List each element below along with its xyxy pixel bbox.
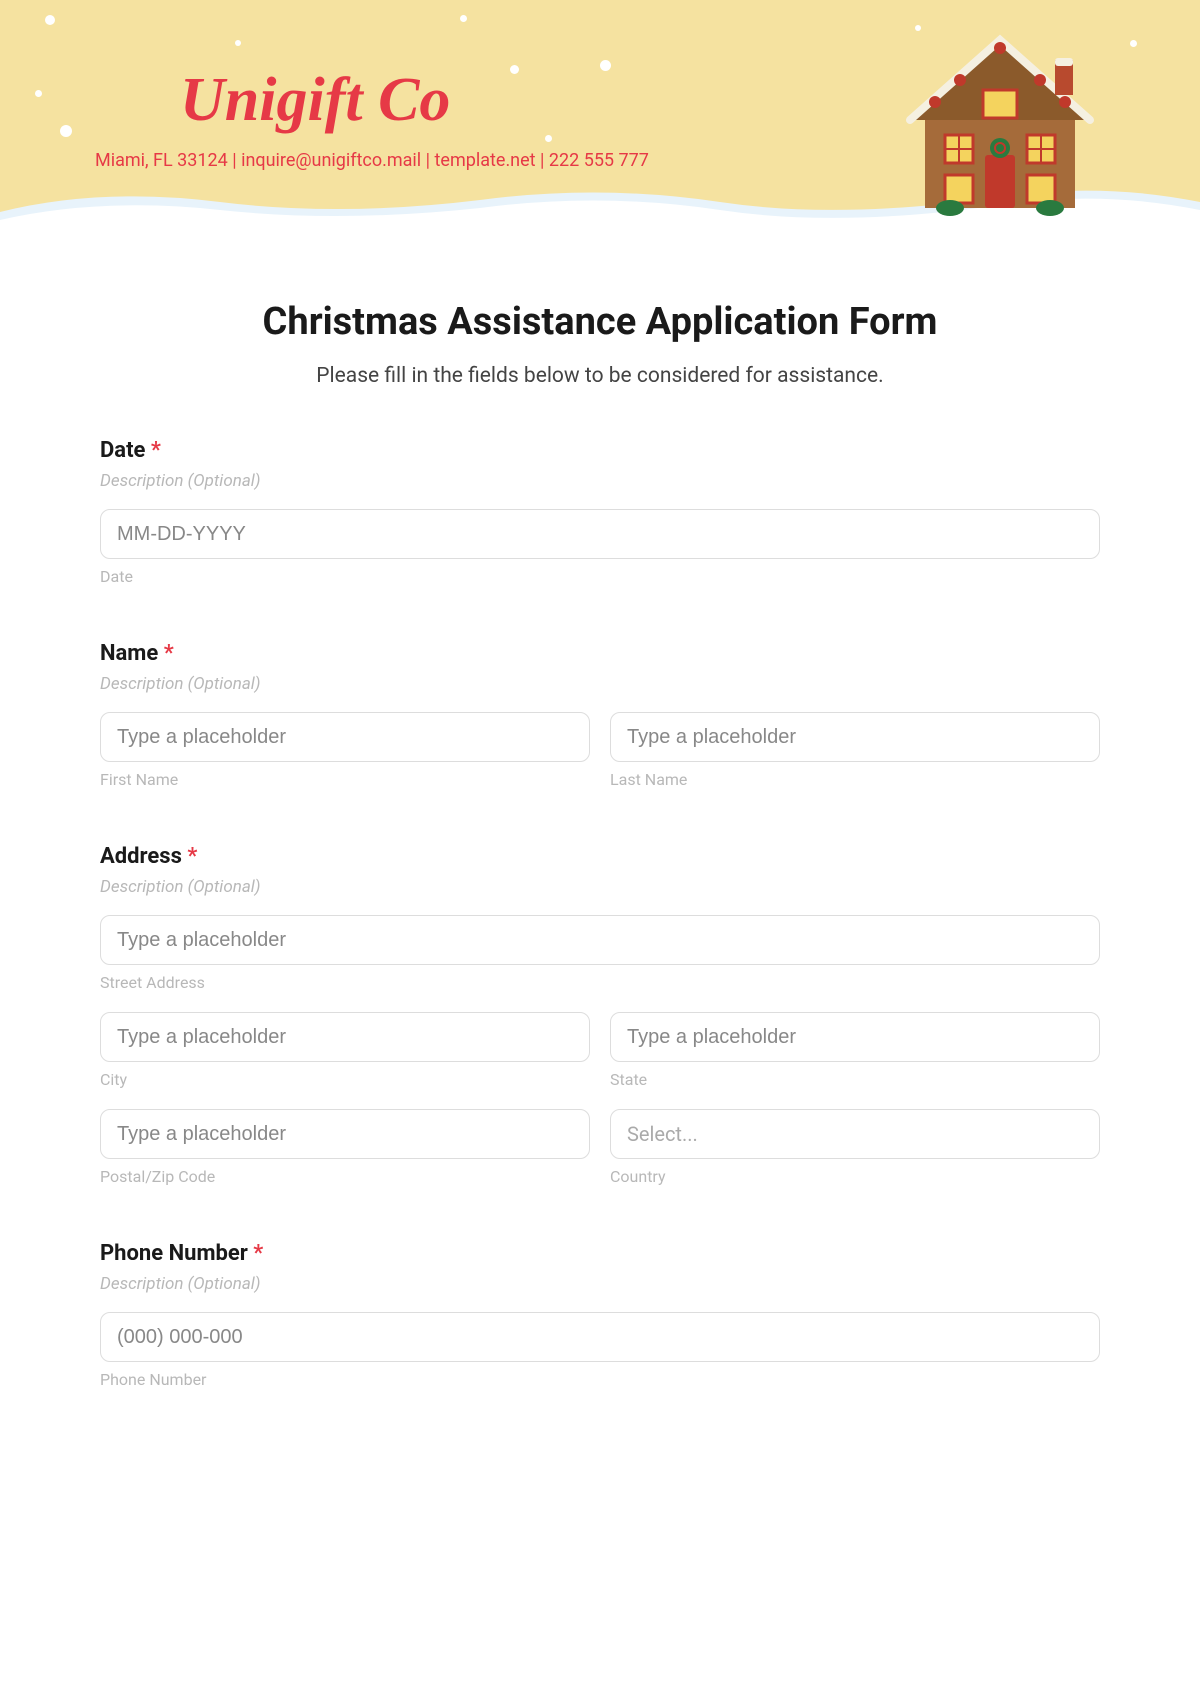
form-container: Christmas Assistance Application Form Pl… xyxy=(0,230,1200,1484)
snow-dot xyxy=(1130,40,1137,47)
contact-info: Miami, FL 33124 | inquire@unigiftco.mail… xyxy=(95,150,649,171)
last-name-sublabel: Last Name xyxy=(610,770,1100,789)
phone-input[interactable] xyxy=(100,1312,1100,1362)
street-address-sublabel: Street Address xyxy=(100,973,1100,992)
company-logo: Unigift Co xyxy=(180,65,450,136)
snow-dot xyxy=(235,40,241,46)
city-input[interactable] xyxy=(100,1012,590,1062)
form-title: Christmas Assistance Application Form xyxy=(100,300,1100,344)
required-mark: * xyxy=(253,1241,263,1266)
date-label-text: Date xyxy=(100,438,145,463)
name-label-text: Name xyxy=(100,641,158,666)
phone-description[interactable]: Description (Optional) xyxy=(100,1274,1100,1294)
snow-dot xyxy=(60,125,72,137)
header-banner: Unigift Co Miami, FL 33124 | inquire@uni… xyxy=(0,0,1200,230)
first-name-sublabel: First Name xyxy=(100,770,590,789)
required-mark: * xyxy=(187,844,197,869)
address-description[interactable]: Description (Optional) xyxy=(100,877,1100,897)
date-section: Date * Description (Optional) Date xyxy=(100,438,1100,586)
date-input[interactable] xyxy=(100,509,1100,559)
date-sublabel: Date xyxy=(100,567,1100,586)
country-sublabel: Country xyxy=(610,1167,1100,1186)
phone-label: Phone Number * xyxy=(100,1241,1100,1266)
address-label: Address * xyxy=(100,844,1100,869)
city-sublabel: City xyxy=(100,1070,590,1089)
country-select-text: Select... xyxy=(627,1122,698,1146)
snow-dot xyxy=(35,90,42,97)
state-input[interactable] xyxy=(610,1012,1100,1062)
phone-label-text: Phone Number xyxy=(100,1241,248,1266)
address-section: Address * Description (Optional) Street … xyxy=(100,844,1100,1186)
snow-dot xyxy=(600,60,611,71)
date-description[interactable]: Description (Optional) xyxy=(100,471,1100,491)
snow-dot xyxy=(545,135,552,142)
snow-dot xyxy=(460,15,467,22)
snow-dot xyxy=(45,15,55,25)
form-subtitle: Please fill in the fields below to be co… xyxy=(100,364,1100,388)
date-label: Date * xyxy=(100,438,1100,463)
required-mark: * xyxy=(164,641,174,666)
country-select[interactable]: Select... xyxy=(610,1109,1100,1159)
street-address-input[interactable] xyxy=(100,915,1100,965)
phone-sublabel: Phone Number xyxy=(100,1370,1100,1389)
address-label-text: Address xyxy=(100,844,182,869)
last-name-input[interactable] xyxy=(610,712,1100,762)
gingerbread-house-icon xyxy=(890,20,1110,220)
name-section: Name * Description (Optional) First Name… xyxy=(100,641,1100,789)
snow-dot xyxy=(510,65,519,74)
required-mark: * xyxy=(151,438,161,463)
postal-code-sublabel: Postal/Zip Code xyxy=(100,1167,590,1186)
phone-section: Phone Number * Description (Optional) Ph… xyxy=(100,1241,1100,1389)
name-label: Name * xyxy=(100,641,1100,666)
name-description[interactable]: Description (Optional) xyxy=(100,674,1100,694)
postal-code-input[interactable] xyxy=(100,1109,590,1159)
first-name-input[interactable] xyxy=(100,712,590,762)
state-sublabel: State xyxy=(610,1070,1100,1089)
